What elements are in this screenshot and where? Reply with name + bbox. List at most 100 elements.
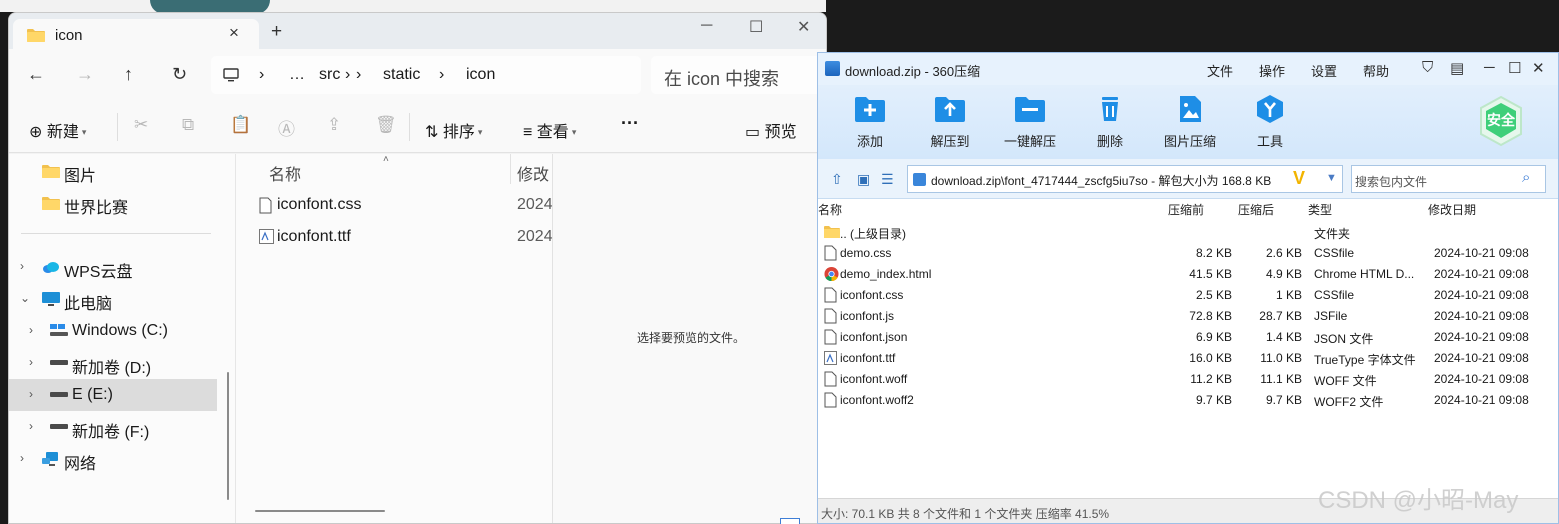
header-size-before[interactable]: 压缩前 xyxy=(1168,201,1204,218)
forward-arrow-icon[interactable]: → xyxy=(76,64,94,85)
dropdown-arrow-icon[interactable]: ▼ xyxy=(1326,172,1337,184)
search-icon[interactable]: ⌕ xyxy=(1522,169,1530,186)
security-badge[interactable]: 安全 xyxy=(1478,95,1524,147)
sort-button[interactable]: ⇅ 排序 ▾ xyxy=(425,118,482,142)
new-button[interactable]: ⊕ 新建 ▾ xyxy=(29,118,86,142)
chevron-right-icon[interactable]: › xyxy=(29,419,33,433)
file-icon xyxy=(824,287,837,303)
archive-row[interactable]: .. (上级目录) 文件夹 xyxy=(818,222,1558,243)
archive-row[interactable]: iconfont.woff2 9.7 KB 9.7 KB WOFF2 文件 20… xyxy=(818,390,1558,411)
sidebar-item-drive-d[interactable]: › 新加卷 (D:) xyxy=(9,347,217,379)
maximize-button[interactable]: ☐ xyxy=(1508,59,1521,77)
address-bar[interactable]: › … › src › static › icon xyxy=(211,56,641,94)
archive-row-type: WOFF 文件 xyxy=(1314,374,1377,388)
sidebar-item-world-contest[interactable]: 世界比赛 xyxy=(9,187,217,219)
maximize-button[interactable]: ☐ xyxy=(749,17,763,37)
search-input[interactable]: 在 icon 中搜索 xyxy=(651,56,826,94)
back-arrow-icon[interactable]: ← xyxy=(27,64,45,85)
view-label: 查看 xyxy=(536,124,569,141)
sidebar-item-label: 新加卷 (F:) xyxy=(72,424,150,441)
folder-icon xyxy=(42,197,60,210)
copy-icon[interactable]: ⧉ xyxy=(182,115,194,135)
new-tab-button[interactable]: + xyxy=(271,21,282,43)
archive-row[interactable]: iconfont.json 6.9 KB 1.4 KB JSON 文件 2024… xyxy=(818,327,1558,348)
sidebar-item-pictures[interactable]: 图片 xyxy=(9,155,217,187)
sidebar-item-label: Windows (C:) xyxy=(72,322,169,339)
view-button[interactable]: ≡ 查看 ▾ xyxy=(523,118,576,142)
up-arrow-icon[interactable]: ↑ xyxy=(124,64,133,85)
file-row[interactable]: iconfont.ttf 2024 xyxy=(237,222,553,254)
menu-operate[interactable]: 操作 xyxy=(1259,61,1285,80)
column-header-modified[interactable]: 修改 xyxy=(517,161,549,185)
close-window-button[interactable]: ✕ xyxy=(1532,59,1545,77)
cut-icon[interactable]: ✂ xyxy=(134,115,148,135)
skin-icon[interactable]: ⛉ xyxy=(1422,59,1433,76)
sidebar-item-drive-e[interactable]: › E (E:) xyxy=(9,379,217,411)
add-button[interactable]: 添加 xyxy=(830,85,910,159)
close-tab-icon[interactable]: × xyxy=(229,23,239,43)
chevron-right-icon[interactable]: › xyxy=(29,355,33,369)
sidebar-item-wps-cloud[interactable]: › WPS云盘 xyxy=(9,251,217,283)
archive-row[interactable]: iconfont.css 2.5 KB 1 KB CSSfile 2024-10… xyxy=(818,285,1558,306)
breadcrumb-static[interactable]: static xyxy=(383,66,420,84)
tools-button[interactable]: 工具 xyxy=(1230,85,1310,159)
archive-row[interactable]: iconfont.ttf 16.0 KB 11.0 KB TrueType 字体… xyxy=(818,348,1558,369)
archive-row-date: 2024-10-21 09:08 xyxy=(1434,351,1529,365)
close-window-button[interactable]: ✕ xyxy=(797,17,810,37)
column-separator[interactable] xyxy=(510,154,511,184)
delete-button[interactable]: 删除 xyxy=(1070,85,1150,159)
share-icon[interactable]: ⇪ xyxy=(327,115,341,135)
sidebar-scrollbar[interactable] xyxy=(227,372,229,500)
navigation-bar: ← → ↑ ↻ › … › src › static › icon 在 icon… xyxy=(9,49,826,101)
file-row[interactable]: iconfont.css 2024 xyxy=(237,190,553,222)
archive-row[interactable]: demo_index.html 41.5 KB 4.9 KB Chrome HT… xyxy=(818,264,1558,285)
column-header-name[interactable]: 名称 xyxy=(269,161,301,185)
archive-row[interactable]: iconfont.woff 11.2 KB 11.1 KB WOFF 文件 20… xyxy=(818,369,1558,390)
minimize-button[interactable]: ─ xyxy=(701,17,712,35)
preview-pane-button[interactable]: ▭ 预览 xyxy=(745,118,797,142)
feedback-icon[interactable]: ▤ xyxy=(1450,59,1464,77)
chevron-right-icon[interactable]: › xyxy=(29,323,33,337)
explorer-tab[interactable]: icon × xyxy=(13,19,259,49)
extract-to-button[interactable]: 解压到 xyxy=(910,85,990,159)
menu-file[interactable]: 文件 xyxy=(1207,61,1233,80)
chevron-right-icon[interactable]: › xyxy=(20,259,24,273)
delete-icon[interactable]: 🗑 xyxy=(375,115,397,135)
archive-search-input[interactable]: 搜索包内文件 ⌕ xyxy=(1351,165,1546,193)
thumbnail-view-icon[interactable]: ▣ xyxy=(857,171,870,188)
header-modified[interactable]: 修改日期 xyxy=(1428,201,1476,218)
sidebar-item-label: 图片 xyxy=(64,168,97,185)
refresh-icon[interactable]: ↻ xyxy=(172,64,187,85)
archive-row[interactable]: demo.css 8.2 KB 2.6 KB CSSfile 2024-10-2… xyxy=(818,243,1558,264)
header-type[interactable]: 类型 xyxy=(1308,201,1332,218)
sidebar-item-this-pc[interactable]: ⌄ 此电脑 xyxy=(9,283,217,315)
header-name[interactable]: 名称 xyxy=(818,201,842,218)
more-options-button[interactable]: ··· xyxy=(621,113,639,134)
menu-settings[interactable]: 设置 xyxy=(1311,61,1337,80)
breadcrumb-overflow[interactable]: … xyxy=(289,66,305,84)
chevron-down-icon[interactable]: ⌄ xyxy=(20,291,30,305)
sidebar-item-label: 网络 xyxy=(64,456,97,473)
image-compress-button[interactable]: 图片压缩 xyxy=(1150,85,1230,159)
horizontal-scrollbar[interactable] xyxy=(255,510,385,512)
sidebar-item-drive-f[interactable]: › 新加卷 (F:) xyxy=(9,411,217,443)
rename-icon[interactable]: Ⓐ xyxy=(278,115,295,140)
sidebar-item-drive-c[interactable]: › Windows (C:) xyxy=(9,315,217,347)
archive-row-size-after: 1.4 KB xyxy=(1265,330,1302,344)
chevron-right-icon[interactable]: › xyxy=(29,387,33,401)
up-level-icon[interactable]: ⇧ xyxy=(831,171,843,188)
chevron-right-icon[interactable]: › xyxy=(20,451,24,465)
paste-icon[interactable]: 📋 xyxy=(230,115,251,135)
header-size-after[interactable]: 压缩后 xyxy=(1238,201,1274,218)
breadcrumb-icon[interactable]: icon xyxy=(466,66,495,84)
minimize-button[interactable]: ─ xyxy=(1484,59,1495,76)
preview-pane-icon: ▭ xyxy=(745,124,761,141)
breadcrumb-src[interactable]: src xyxy=(319,66,340,84)
one-click-extract-button[interactable]: 一键解压 xyxy=(990,85,1070,159)
menu-help[interactable]: 帮助 xyxy=(1363,61,1389,80)
sidebar-item-network[interactable]: › 网络 xyxy=(9,443,217,475)
vip-icon[interactable]: V xyxy=(1293,168,1305,189)
archive-path-field[interactable]: download.zip\font_4717444_zscfg5iu7so - … xyxy=(907,165,1343,193)
archive-row[interactable]: iconfont.js 72.8 KB 28.7 KB JSFile 2024-… xyxy=(818,306,1558,327)
list-view-icon[interactable]: ☰ xyxy=(881,171,894,188)
